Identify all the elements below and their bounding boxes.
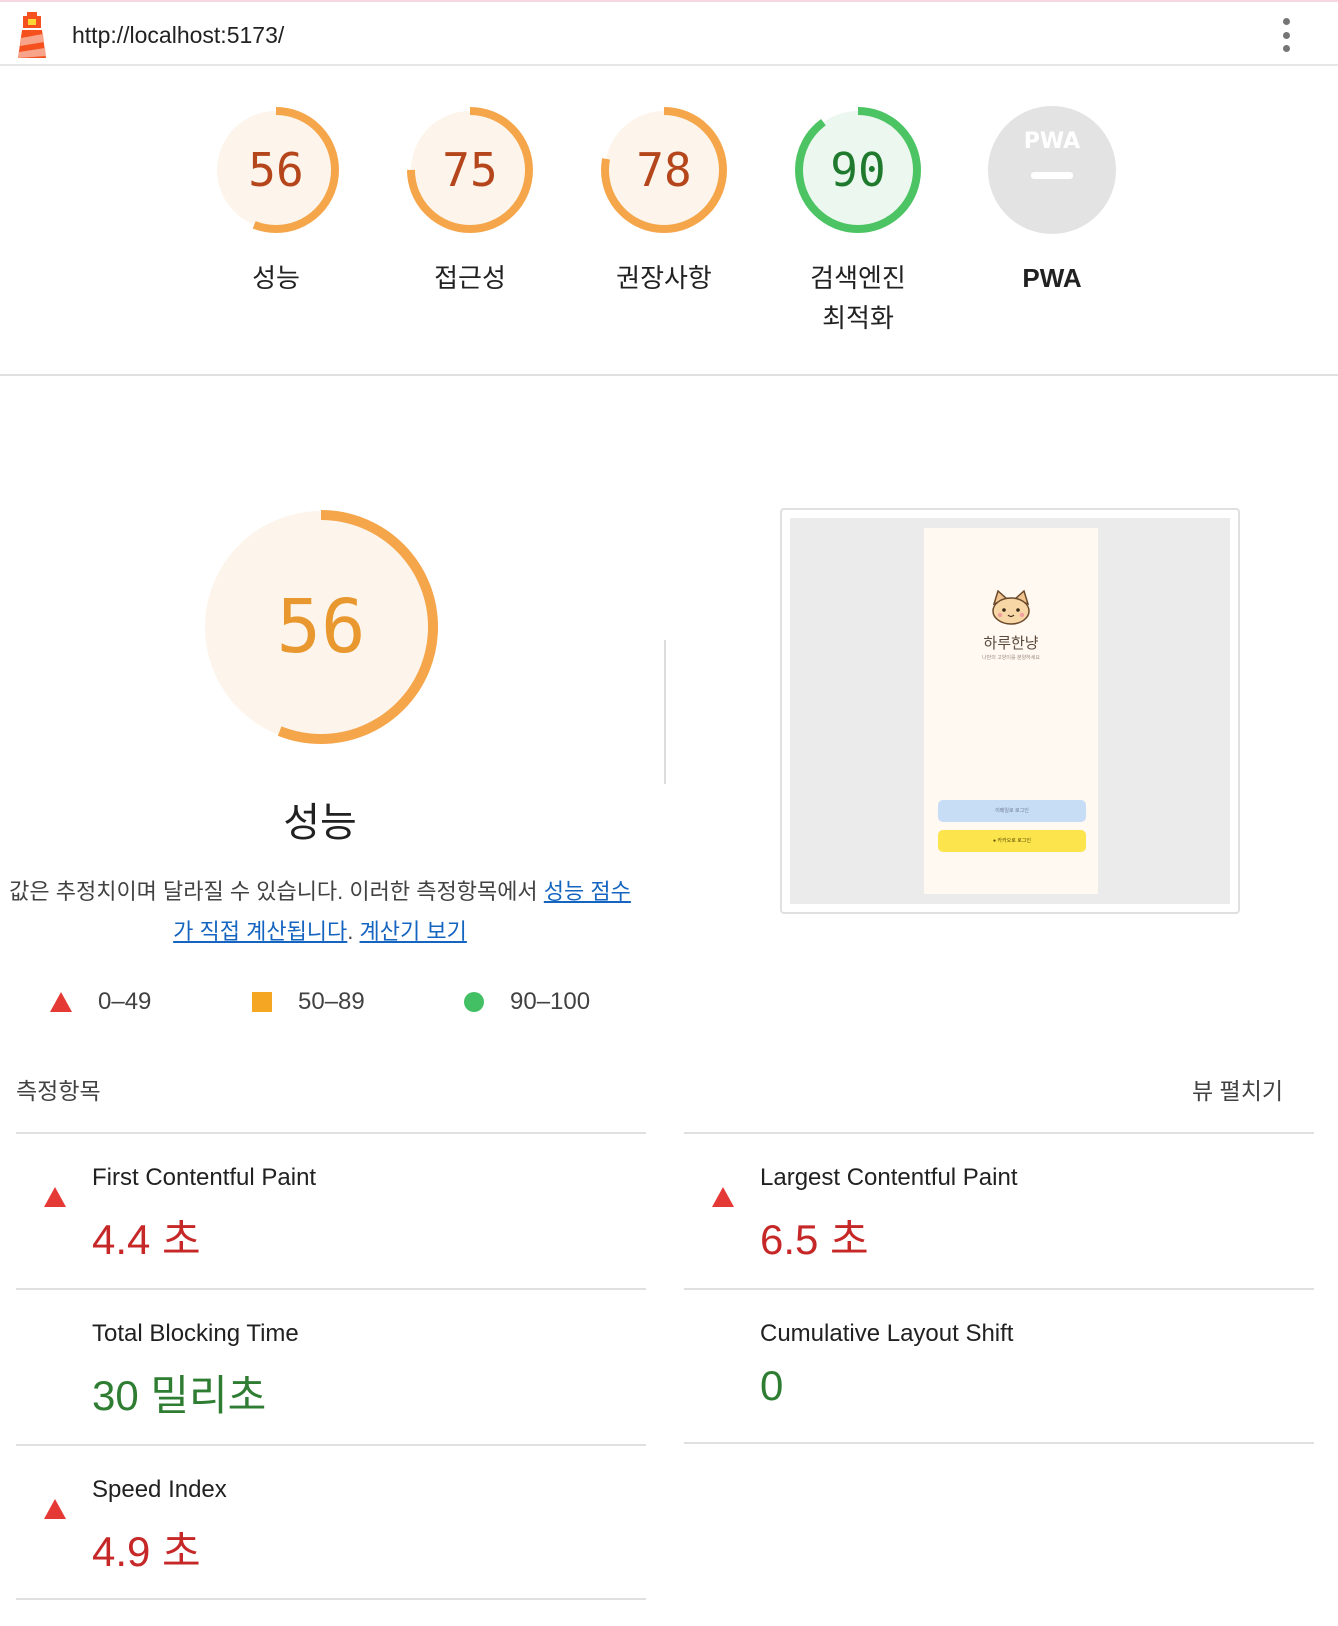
legend-pass: 90–100: [464, 988, 590, 1016]
category-gauges: 56 성능 75 접근성 78 권장사항 90 검색엔진 최적화 PWA PWA: [0, 66, 1338, 376]
fail-triangle-icon: [44, 1482, 66, 1519]
final-screenshot[interactable]: 하루한냥 나만의 고양이를 분양하세요 이메일로 로그인 ● 카카오로 로그인: [780, 508, 1240, 914]
more-vert-icon[interactable]: [1276, 18, 1296, 52]
metric-name: First Contentful Paint: [92, 1164, 317, 1191]
gauge-score: 75: [442, 143, 497, 197]
triangle-icon: [50, 992, 72, 1012]
report-topbar: http://localhost:5173/: [0, 0, 1338, 66]
legend-range: 0–49: [98, 988, 152, 1015]
kakao-login-button: ● 카카오로 로그인: [938, 830, 1086, 852]
metric-value: 6.5 초: [760, 1216, 869, 1263]
fail-triangle-icon: [712, 1170, 734, 1207]
score-gauge: 75: [407, 107, 533, 233]
legend-average: 50–89: [252, 988, 365, 1016]
triangle-shape: [44, 1482, 66, 1519]
score-gauge: 90: [795, 107, 921, 233]
expand-view-toggle[interactable]: 뷰 펼치기: [1192, 1072, 1283, 1106]
gauge-label-line: 최적화: [822, 303, 894, 333]
gauge-label: 검색엔진 최적화: [758, 258, 958, 338]
score-gauge: 56: [213, 107, 339, 233]
lighthouse-icon: [18, 12, 46, 58]
metrics-header: 측정항목: [16, 1078, 101, 1104]
metric-name: Speed Index: [92, 1476, 227, 1503]
metric-lcp: Largest Contentful Paint 6.5 초: [684, 1132, 1314, 1288]
page-url: http://localhost:5173/: [72, 22, 285, 48]
metric-name: Total Blocking Time: [92, 1320, 299, 1347]
cat-icon: [992, 590, 1030, 625]
fail-triangle-icon: [44, 1170, 66, 1207]
gauge-score: 78: [636, 143, 691, 197]
circle-icon: [464, 992, 484, 1012]
metric-name: Largest Contentful Paint: [760, 1164, 1018, 1191]
metric-value: 30 밀리초: [92, 1372, 267, 1419]
score-legend: 0–49 50–89 90–100: [0, 984, 640, 1024]
app-preview: 하루한냥 나만의 고양이를 분양하세요 이메일로 로그인 ● 카카오로 로그인: [924, 528, 1098, 894]
gauge-pwa[interactable]: PWA PWA: [952, 104, 1152, 298]
metric-cls: Cumulative Layout Shift 0: [684, 1288, 1314, 1444]
app-subtitle: 나만의 고양이를 분양하세요: [982, 655, 1040, 661]
gauge-label: 접근성: [434, 263, 506, 293]
gauge-performance[interactable]: 56 성능: [176, 104, 376, 298]
gauge-score: 56: [248, 143, 303, 197]
metric-divider: [16, 1598, 646, 1600]
gauge-seo[interactable]: 90 검색엔진 최적화: [758, 104, 958, 338]
triangle-shape: [712, 1170, 734, 1207]
pwa-badge-text: PWA: [1024, 129, 1080, 154]
gauge-label: 권장사항: [616, 263, 712, 293]
gauge-accessibility[interactable]: 75 접근성: [370, 104, 570, 298]
app-name: 하루한냥: [983, 635, 1039, 652]
square-icon: [252, 992, 272, 1012]
gauge-label: PWA: [1022, 263, 1082, 293]
email-login-button: 이메일로 로그인: [938, 800, 1086, 822]
legend-range: 50–89: [298, 988, 365, 1015]
performance-description: 값은 추정치이며 달라질 수 있습니다. 이러한 측정항목에서 성능 점수가 직…: [0, 872, 640, 952]
gauge-best-practices[interactable]: 78 권장사항: [564, 104, 764, 298]
metric-name: Cumulative Layout Shift: [760, 1320, 1014, 1347]
calculator-link[interactable]: 계산기 보기: [360, 919, 467, 944]
performance-title: 성능: [283, 801, 357, 845]
metric-value: 0: [760, 1362, 784, 1409]
legend-range: 90–100: [510, 988, 591, 1015]
gauge-label-line: 검색엔진: [810, 263, 906, 293]
pwa-badge-icon: PWA: [988, 106, 1116, 234]
gauge-label: 성능: [252, 263, 300, 293]
gauge-score: 90: [830, 143, 885, 197]
triangle-shape: [44, 1170, 66, 1207]
metric-value: 4.4 초: [92, 1216, 201, 1263]
desc-text: 값은 추정치이며 달라질 수 있습니다. 이러한 측정항목에서: [9, 879, 544, 904]
metric-value: 4.9 초: [92, 1528, 201, 1575]
desc-sep: .: [347, 919, 360, 944]
screenshot-frame: 하루한냥 나만의 고양이를 분양하세요 이메일로 로그인 ● 카카오로 로그인: [790, 518, 1230, 904]
legend-fail: 0–49: [50, 988, 151, 1016]
metric-tbt: Total Blocking Time 30 밀리초: [16, 1288, 646, 1444]
metric-si: Speed Index 4.9 초: [16, 1444, 646, 1600]
score-gauge: 78: [601, 107, 727, 233]
performance-score: 56: [276, 584, 365, 670]
vertical-divider: [664, 640, 666, 784]
metric-divider: [684, 1442, 1314, 1444]
metric-fcp: First Contentful Paint 4.4 초: [16, 1132, 646, 1288]
performance-gauge: 56: [204, 510, 438, 744]
